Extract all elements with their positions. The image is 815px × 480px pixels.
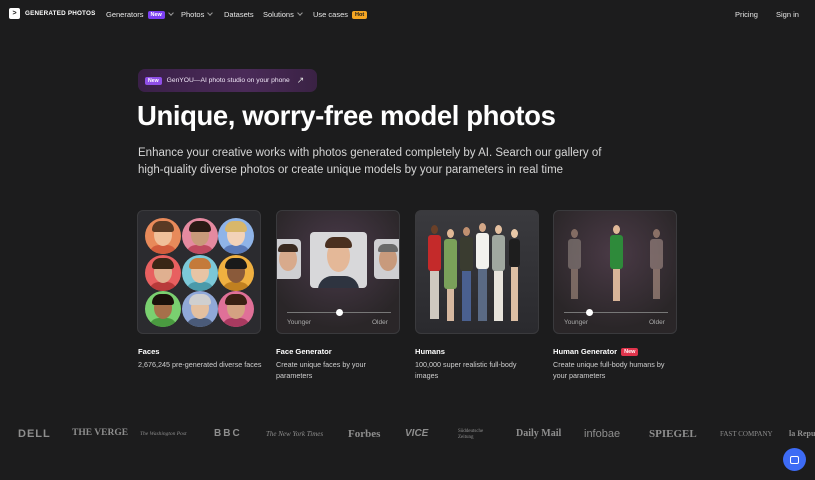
nav-photos[interactable]: Photos <box>181 10 214 19</box>
chevron-down-icon <box>207 10 214 16</box>
nav-solutions-label: Solutions <box>263 10 294 19</box>
face-thumb <box>182 255 218 291</box>
slider-right-label: Older <box>372 319 388 326</box>
chat-button[interactable] <box>783 448 806 471</box>
face-generator-title[interactable]: Face Generator <box>276 347 332 356</box>
human-figure <box>650 229 663 301</box>
face-thumb <box>145 291 181 327</box>
brand-name: GENERATED PHOTOS <box>25 10 96 17</box>
nav-datasets[interactable]: Datasets <box>224 10 254 19</box>
human-figure <box>492 225 505 323</box>
humans-card[interactable] <box>415 210 539 334</box>
top-nav: > GENERATED PHOTOS Generators New Photos… <box>0 0 815 28</box>
human-figure <box>444 229 457 323</box>
faces-title[interactable]: Faces <box>138 347 160 356</box>
face-preview-side <box>374 239 399 279</box>
human-figure <box>460 227 473 323</box>
chevron-down-icon <box>297 10 303 16</box>
face-thumb <box>182 291 218 327</box>
human-figure <box>609 225 623 303</box>
hero-subtitle: Enhance your creative works with photos … <box>138 147 602 176</box>
faces-desc: 2,676,245 pre-generated diverse faces <box>138 360 262 369</box>
chat-icon <box>790 455 799 464</box>
face-thumb <box>182 218 218 254</box>
dell-logo: DELL <box>18 428 51 440</box>
face-thumb <box>218 218 254 254</box>
fast-company-logo: FAST COMPANY <box>720 430 773 438</box>
face-thumb <box>218 255 254 291</box>
chevron-down-icon <box>168 10 174 16</box>
humans-title[interactable]: Humans <box>415 347 445 356</box>
infobae-logo: infobae <box>584 428 621 440</box>
human-generator-title[interactable]: Human Generator New <box>553 347 639 356</box>
brand-logo[interactable]: > GENERATED PHOTOS <box>9 8 96 19</box>
arrow-up-right-icon: ↗ <box>296 75 305 85</box>
washington-post-logo: The Washington Post <box>140 431 187 437</box>
human-generator-card[interactable]: Younger Older <box>553 210 677 334</box>
slider-right-label: Older <box>649 319 665 326</box>
pricing-link[interactable]: Pricing <box>735 10 758 19</box>
face-thumb <box>145 218 181 254</box>
age-slider-handle[interactable] <box>336 309 343 316</box>
nav-generators[interactable]: Generators New <box>106 10 174 19</box>
nav-use-cases[interactable]: Use cases Hot <box>313 10 368 19</box>
nytimes-logo: The New York Times <box>266 430 324 438</box>
nav-datasets-label: Datasets <box>224 10 254 19</box>
face-thumb <box>218 291 254 327</box>
signin-link[interactable]: Sign in <box>776 10 799 19</box>
age-slider-track[interactable] <box>564 312 668 313</box>
la-repubblica-logo: la Repubblica <box>789 429 815 438</box>
face-thumb <box>145 255 181 291</box>
hot-badge: Hot <box>352 10 368 19</box>
new-badge: New <box>621 347 639 356</box>
hero-title: Unique, worry-free model photos <box>137 100 556 131</box>
forbes-logo: Forbes <box>348 428 381 440</box>
nav-generators-label: Generators <box>106 10 144 19</box>
human-figure <box>428 225 441 323</box>
face-generator-card[interactable]: Younger Older <box>276 210 400 334</box>
the-verge-logo: THE VERGE <box>72 428 129 438</box>
human-figure <box>568 229 581 301</box>
humans-desc: 100,000 super realistic full-body images <box>415 360 517 380</box>
press-logos: DELL THE VERGE The Washington Post BBC T… <box>0 428 815 444</box>
promo-text: GenYOU—AI photo studio on your phone <box>166 77 290 84</box>
daily-mail-logo: Daily Mail <box>516 428 562 439</box>
new-badge: New <box>147 10 165 19</box>
slider-left-label: Younger <box>564 319 588 326</box>
face-preview-side <box>277 239 301 279</box>
age-slider-handle[interactable] <box>586 309 593 316</box>
bbc-logo: BBC <box>214 428 242 439</box>
nav-solutions[interactable]: Solutions <box>263 10 303 19</box>
face-generator-desc: Create unique faces by your parameters <box>276 360 366 380</box>
slider-left-label: Younger <box>287 319 311 326</box>
human-generator-title-text: Human Generator <box>553 347 618 356</box>
logo-icon: > <box>9 8 20 19</box>
new-badge: New <box>145 76 162 85</box>
spiegel-logo: SPIEGEL <box>649 428 697 440</box>
human-figure <box>476 223 489 323</box>
faces-card[interactable] <box>137 210 261 334</box>
human-figure <box>508 229 520 323</box>
vice-logo: VICE <box>405 428 429 439</box>
nav-photos-label: Photos <box>181 10 205 19</box>
promo-banner[interactable]: New GenYOU—AI photo studio on your phone… <box>138 69 317 92</box>
sueddeutsche-logo: Süddeutsche Zeitung <box>458 429 484 440</box>
human-generator-desc: Create unique full-body humans by your p… <box>553 360 665 380</box>
face-preview-main <box>310 232 367 288</box>
nav-use-cases-label: Use cases <box>313 10 349 19</box>
